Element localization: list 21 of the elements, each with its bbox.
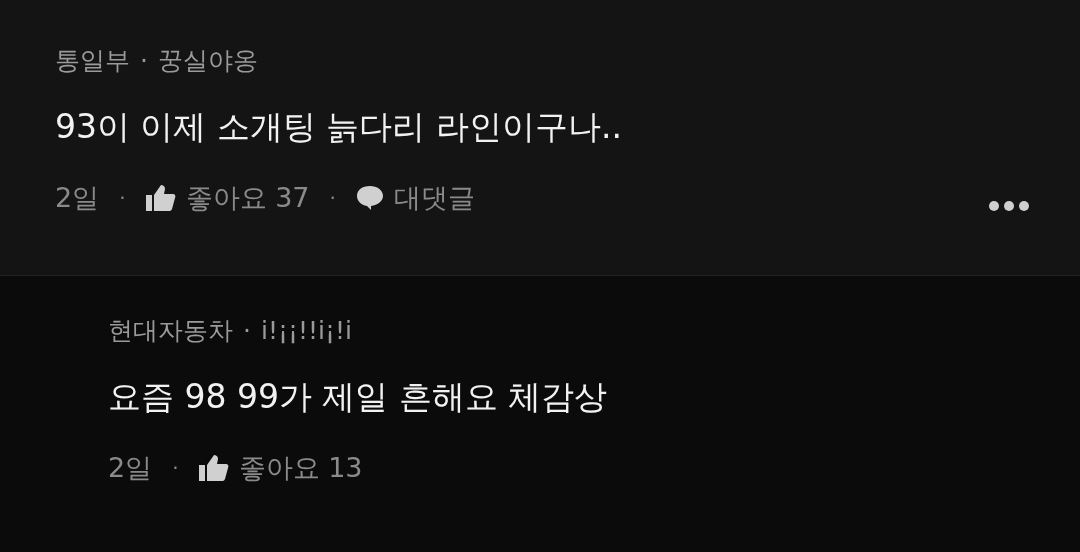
separator-dot: ·	[118, 186, 127, 210]
speech-bubble-icon	[355, 185, 384, 211]
more-options-button[interactable]	[988, 200, 1030, 212]
author-name: i!¡¡!!i¡!i	[260, 316, 352, 345]
more-icon	[988, 200, 1030, 212]
reply-button[interactable]: 대댓글	[355, 180, 475, 216]
comment-text: 요즘 98 99가 제일 흔해요 체감상	[108, 376, 609, 418]
thumbs-up-icon	[145, 184, 176, 212]
separator-dot: ·	[171, 456, 180, 480]
separator-dot: ·	[140, 46, 148, 75]
author-name: 꿍실야옹	[157, 45, 258, 77]
separator-dot: ·	[243, 316, 251, 345]
like-button[interactable]: 좋아요 37	[145, 180, 310, 216]
comment-time: 2일	[108, 451, 153, 485]
comment-time: 2일	[55, 181, 100, 215]
group-name: 현대자동차	[108, 315, 233, 347]
like-button[interactable]: 좋아요 13	[198, 450, 363, 486]
comment-text: 93이 이제 소개팅 늙다리 라인이구나..	[55, 106, 623, 148]
group-name: 통일부	[55, 45, 130, 77]
separator-dot: ·	[328, 186, 337, 210]
thumbs-up-icon	[198, 454, 229, 482]
